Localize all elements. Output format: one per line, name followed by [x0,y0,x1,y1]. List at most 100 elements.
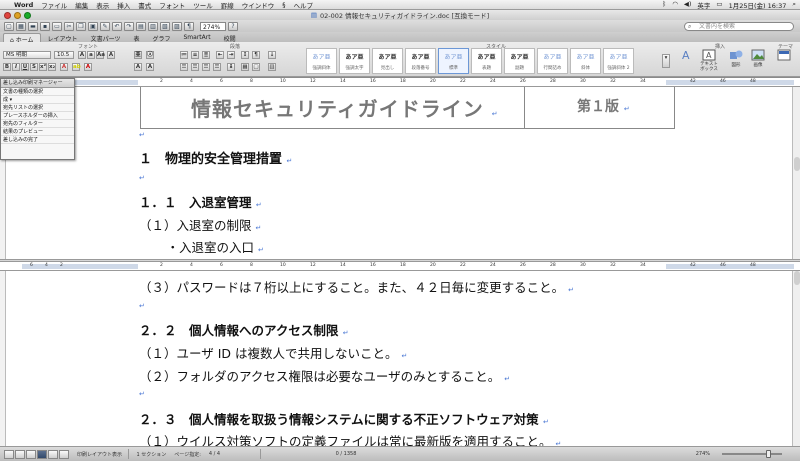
tab-document-elements[interactable]: 文書パーツ [85,33,127,43]
borders-icon[interactable]: ▢ [252,63,260,71]
font-size-select[interactable]: 10.5 [54,51,74,59]
style-tile[interactable]: あア亜 斜体 [570,48,601,74]
char-border-icon[interactable]: A [146,63,154,71]
bullets-icon[interactable]: ≔ [180,51,188,59]
menu-edit[interactable]: 編集 [75,0,88,10]
subscript-icon[interactable]: x₂ [48,63,56,71]
style-tile[interactable]: あア亜 副題 [504,48,535,74]
media-icon[interactable]: ▧ [160,21,170,31]
zoom-select[interactable]: 274% [200,21,226,31]
sidebar-icon[interactable]: ▥ [148,21,158,31]
style-tile[interactable]: あア亜 強調斜体 [306,48,337,74]
superscript-icon[interactable]: x² [39,63,47,71]
show-marks-icon[interactable]: ¶ [184,21,194,31]
align-center-icon[interactable]: ☰ [191,63,199,71]
themes-button[interactable] [772,49,796,74]
input-mode-indicator[interactable]: 英字 [697,0,710,10]
horizontal-ruler-top[interactable]: 642 246810121416182022242628303234424648 [0,78,800,87]
notebook-view-icon[interactable] [48,449,58,459]
clock[interactable]: 1月25日(金) 16:37 [729,0,787,10]
section-indicator[interactable]: 1 セクション [137,451,167,458]
panel-item[interactable]: 成 ▾ [1,96,74,104]
print-layout-view-icon[interactable] [37,449,47,459]
tab-tables[interactable]: 表 [127,33,145,43]
app-menu[interactable]: Word [14,1,33,9]
document-pane-bottom[interactable]: （３）パスワードは７桁以上にすること。また、４２日毎に変更すること。 ↵ ↵ ２… [6,271,792,446]
minimize-window-button[interactable] [14,11,21,19]
document-pane-top[interactable]: 情報セキュリティガイドライン ↵ 第１版 ↵ ↵ １ 物理的安全管理措置 ↵ ↵… [6,87,792,259]
save-icon[interactable]: ▪ [40,21,50,31]
print-icon[interactable]: ▭ [52,21,62,31]
zoom-slider-knob[interactable] [766,450,771,458]
text-box-button[interactable]: A テキスト ボックス [697,49,721,74]
panel-item[interactable]: 文書の種類の選択 [1,88,74,96]
template-icon[interactable]: ▦ [16,21,26,31]
shrink-font-icon[interactable]: a [87,51,95,59]
new-doc-icon[interactable]: ▢ [4,21,14,31]
increase-indent-icon[interactable]: ⇥ [227,51,235,59]
font-name-select[interactable]: MS 明朝 [3,51,51,59]
wifi-icon[interactable]: ◠ [672,0,678,10]
clear-format-icon[interactable]: A [107,51,115,59]
panel-item[interactable]: プレースホルダーの挿入 [1,112,74,120]
align-left-icon[interactable]: ☰ [180,63,188,71]
zoom-slider[interactable] [722,450,782,458]
shapes-button[interactable]: 図形 [724,49,748,74]
menu-insert[interactable]: 挿入 [117,0,130,10]
help-icon[interactable]: ? [228,21,238,31]
volume-icon[interactable]: ◀) [684,0,692,10]
shading-icon[interactable]: ▦ [241,63,249,71]
redo-icon[interactable]: ↷ [124,21,134,31]
style-tile[interactable]: あア亜 見出し [372,48,403,74]
menu-format[interactable]: 書式 [138,0,151,10]
toolbox-icon[interactable]: ▤ [136,21,146,31]
style-tile-selected[interactable]: あア亜 標準 [438,48,469,74]
bluetooth-icon[interactable]: ᛒ [662,0,666,10]
horizontal-ruler-bottom[interactable]: 642 2 4 6 8 10 12 14 16 18 20 22 24 26 28 30 32 34 42 46 48 [0,262,800,271]
panel-item[interactable]: 宛先リストの選択 [1,104,74,112]
panel-item[interactable]: 結果のプレビュー [1,128,74,136]
copy-icon[interactable]: ❐ [76,21,86,31]
vertical-scrollbar-top[interactable] [792,87,800,259]
gallery-icon[interactable]: ▨ [172,21,182,31]
tab-home[interactable]: ⌂ ホーム [3,33,41,44]
close-window-button[interactable] [4,11,11,19]
menu-font[interactable]: フォント [159,0,185,10]
tab-layout[interactable]: レイアウト [42,33,84,43]
style-tile[interactable]: あア亜 強調斜体 2 [603,48,634,74]
text-effects-icon[interactable]: A [60,63,68,71]
undo-icon[interactable]: ↶ [112,21,122,31]
bold-button[interactable]: B [3,63,11,71]
menu-window[interactable]: ウインドウ [242,0,275,10]
menu-file[interactable]: ファイル [41,0,67,10]
style-tile[interactable]: あア亜 段落番号 [405,48,436,74]
underline-button[interactable]: U [21,63,29,71]
decrease-indent-icon[interactable]: ⇤ [216,51,224,59]
script-icon[interactable]: § [282,1,285,9]
panel-item[interactable]: 差し込みの完了 [1,136,74,144]
spotlight-icon[interactable]: ⌕ [792,0,796,10]
style-tile[interactable]: あア亜 強調太字 [339,48,370,74]
format-painter-icon[interactable]: ✎ [100,21,110,31]
menu-tools[interactable]: ツール [193,0,213,10]
menu-help[interactable]: ヘルプ [294,0,314,10]
enclose-icon[interactable]: ⓐ [146,51,154,59]
panel-item[interactable]: 宛先のフィルター [1,120,74,128]
focus-view-icon[interactable] [59,449,69,459]
tab-smartart[interactable]: SmartArt [177,33,216,42]
text-direction-icon[interactable]: ↓ [268,51,276,59]
tab-charts[interactable]: グラフ [146,33,176,43]
pilcrow-icon[interactable]: ¶ [252,51,260,59]
align-right-icon[interactable]: ☰ [202,63,210,71]
multilevel-icon[interactable]: ≣ [202,51,210,59]
char-shading-icon[interactable]: A [134,63,142,71]
word-count[interactable]: 0 / 1358 [336,451,357,457]
strikethrough-icon[interactable]: S [30,63,38,71]
line-spacing-icon[interactable]: ↨ [227,63,235,71]
style-tile[interactable]: あア亜 行間詰め [537,48,568,74]
font-color-icon[interactable]: A [84,63,92,71]
search-input[interactable]: ⌕ 文書内を検索 [684,21,794,31]
page-indicator[interactable]: 4 / 4 [209,451,220,457]
publishing-view-icon[interactable] [26,449,36,459]
outline-view-icon[interactable] [15,449,25,459]
